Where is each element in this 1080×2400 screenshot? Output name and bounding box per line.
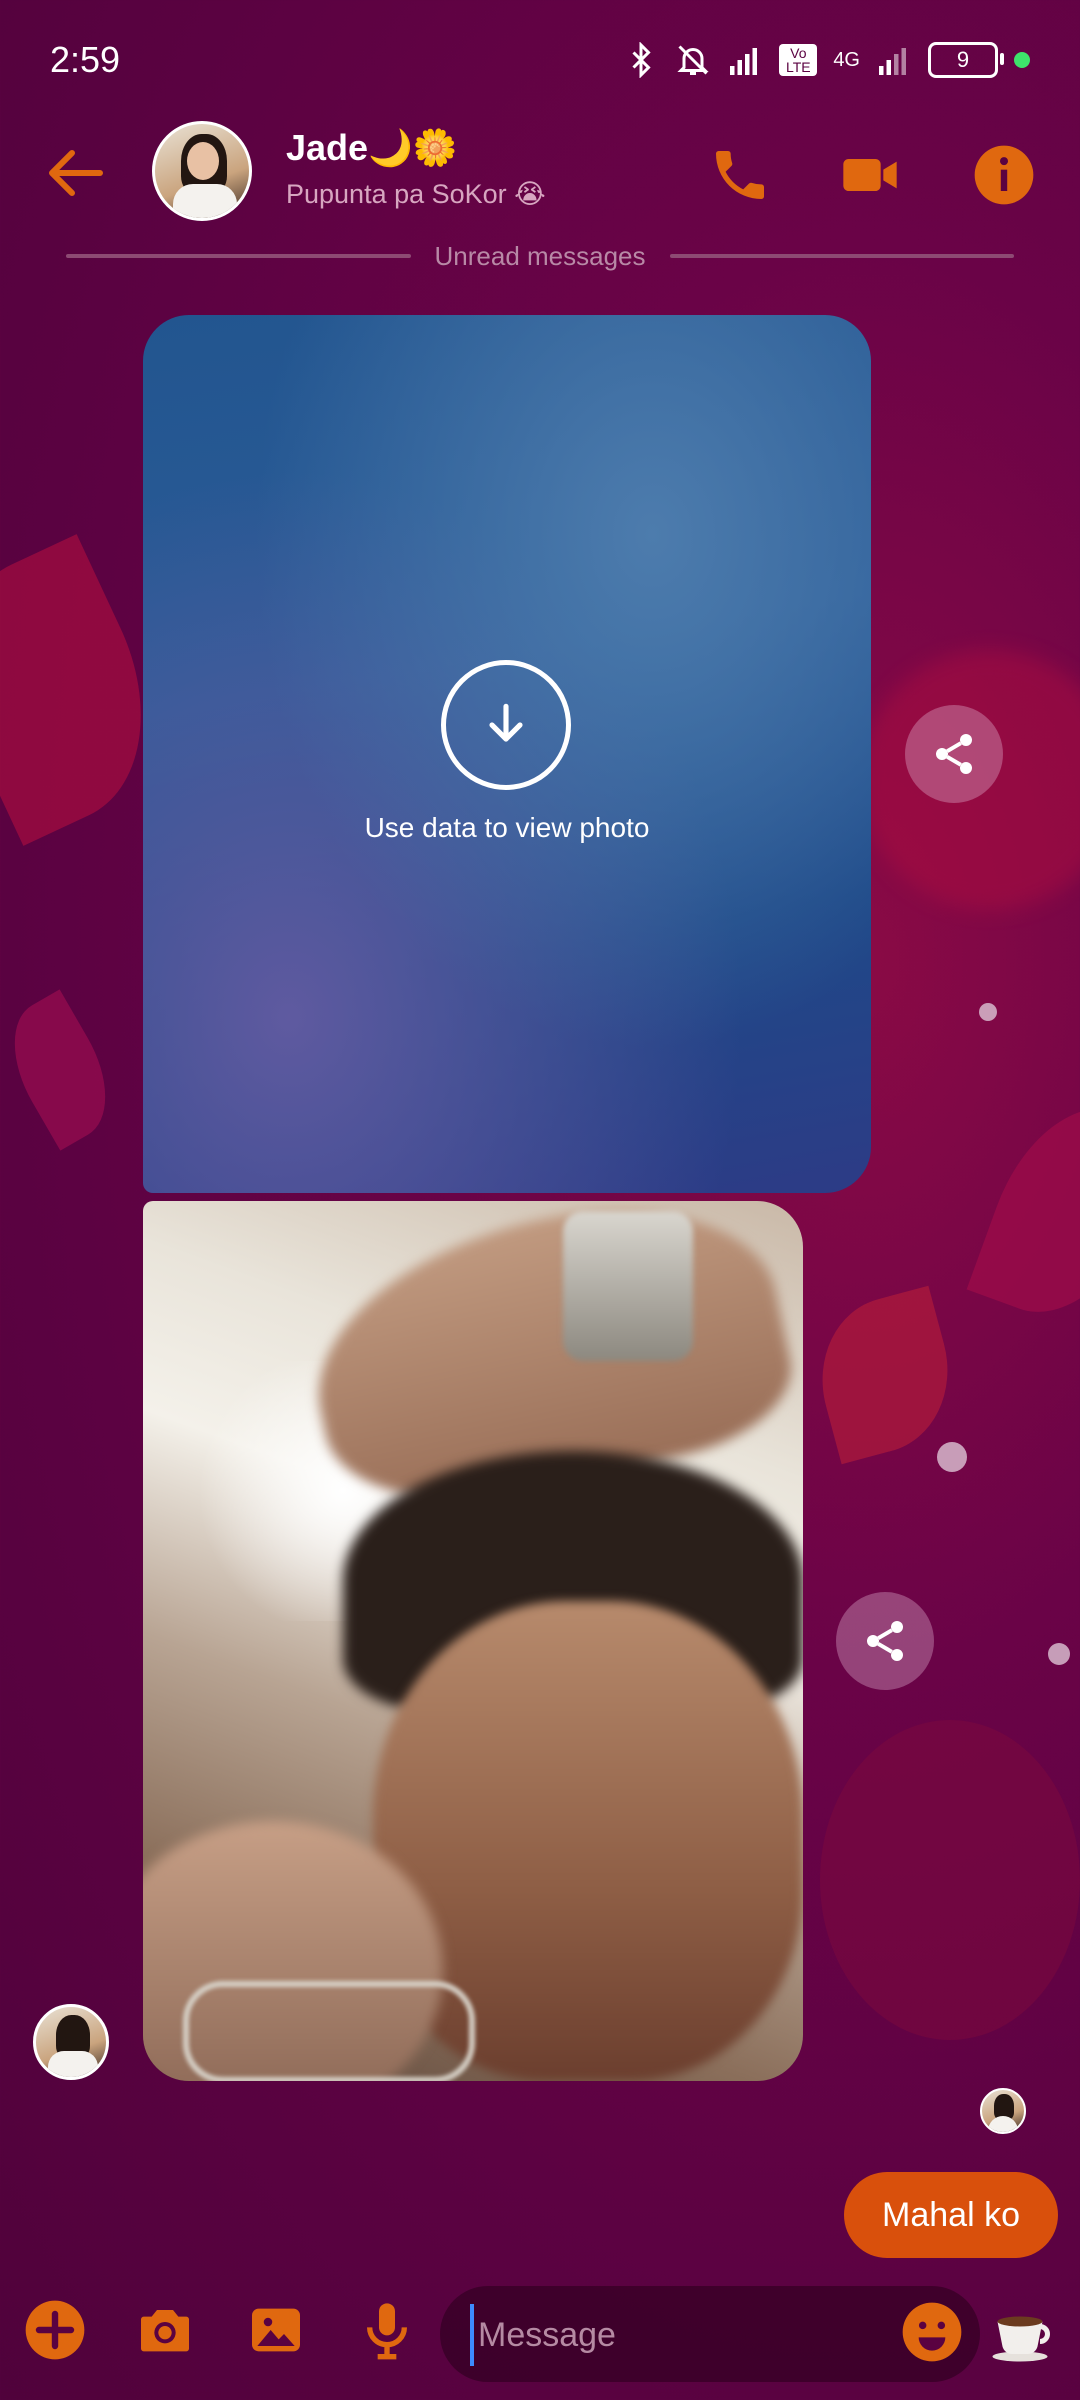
divider-line: [669, 254, 1014, 258]
contact-avatar[interactable]: [152, 121, 252, 221]
signal-icon: [730, 48, 758, 75]
camera-icon[interactable]: [133, 2298, 197, 2362]
back-arrow-icon[interactable]: [40, 143, 110, 203]
bell-muted-icon: [677, 45, 709, 75]
share-icon: [936, 734, 972, 774]
contact-status: Pupunta pa SoKor 😭: [286, 179, 546, 209]
background-leaf: [966, 1082, 1080, 1338]
divider-line: [66, 254, 411, 258]
privacy-indicator-dot: [1014, 52, 1030, 68]
background-leaf: [820, 1720, 1080, 2040]
contact-name[interactable]: Jade🌙🌼: [286, 127, 458, 169]
download-button[interactable]: [441, 660, 571, 790]
phone-icon[interactable]: [708, 143, 772, 207]
share-icon: [867, 1621, 903, 1661]
volte-badge: Vo LTE: [779, 44, 818, 76]
share-button[interactable]: [836, 1592, 934, 1690]
video-camera-icon[interactable]: [838, 143, 902, 207]
background-dot: [979, 1003, 997, 1021]
background-dot: [1048, 1643, 1070, 1665]
emoji-icon[interactable]: [900, 2300, 964, 2364]
sender-avatar[interactable]: [33, 2004, 109, 2080]
battery-indicator: 9: [928, 42, 1004, 78]
gallery-icon[interactable]: [244, 2298, 308, 2362]
background-leaf: [802, 1285, 968, 1465]
network-type: 4G: [833, 48, 860, 71]
photo-message[interactable]: [143, 1201, 803, 2081]
conversation-header: Jade🌙🌼 Pupunta pa SoKor 😭: [0, 115, 1080, 235]
plus-icon[interactable]: [23, 2298, 87, 2362]
sent-message-bubble[interactable]: Mahal ko: [844, 2172, 1058, 2258]
signal-icon-2: [879, 48, 906, 75]
message-input[interactable]: [470, 2304, 900, 2366]
bluetooth-icon: [632, 42, 651, 78]
use-data-prompt: Use data to view photo: [364, 812, 650, 843]
status-time: 2:59: [50, 39, 121, 80]
share-button[interactable]: [905, 705, 1003, 803]
status-icons: Vo LTE 4G 9: [623, 42, 1030, 78]
background-leaf: [0, 989, 130, 1151]
coffee-cup-icon[interactable]: [990, 2302, 1060, 2366]
background-dot: [937, 1442, 967, 1472]
info-icon[interactable]: [972, 143, 1036, 207]
unread-label: Unread messages: [434, 240, 646, 271]
status-bar: 2:59 Vo LTE 4G 9: [0, 0, 1080, 120]
unread-divider: Unread messages: [66, 238, 1014, 274]
download-icon: [489, 703, 523, 742]
microphone-icon[interactable]: [355, 2298, 419, 2362]
seen-indicator-avatar: [980, 2088, 1026, 2134]
